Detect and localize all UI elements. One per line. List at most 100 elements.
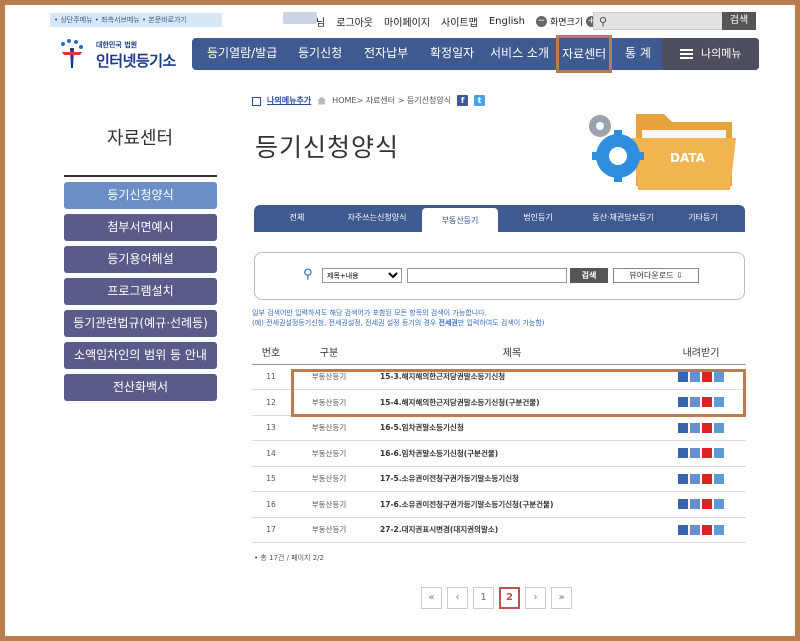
word-icon[interactable] [678,448,688,459]
prev-page-button[interactable]: ‹ [447,587,468,609]
row-downloads [656,517,746,543]
pdf-icon[interactable] [702,422,712,433]
txt-icon[interactable] [714,422,724,433]
viewer-download-button[interactable]: 뷰어다운로드 ⇩ [613,268,699,283]
sidebar-item-regulations[interactable]: 등기관련법규(예규·선례등) [64,310,217,337]
table-row: 14 부동산등기 16-6.임차권말소등기신청(구분건물) [252,440,746,467]
nav-item-e-payment[interactable]: 전자납부 [364,38,408,70]
my-menu-label: 나의메뉴 [701,47,742,60]
txt-icon[interactable] [714,499,724,510]
tab-movable-collateral[interactable]: 동산·채권담보등기 [582,205,664,232]
row-title-link[interactable]: 17-5.소유권이전청구권가등기말소등기신청 [368,466,656,492]
top-search-input[interactable]: ⚲ [593,12,723,30]
row-number: 15 [252,466,290,492]
nav-item-statistics[interactable]: 통 계 [625,38,651,70]
sidebar-item-small-tenant[interactable]: 소액임차인의 범위 등 안내 [64,342,217,369]
tab-frequent-forms[interactable]: 자주쓰는신청양식 [336,205,418,232]
nav-item-fixed-date[interactable]: 확정일자 [430,38,474,70]
row-number: 16 [252,491,290,518]
sidebar-item-attachment-examples[interactable]: 첨부서면예시 [64,214,217,241]
add-my-menu-link[interactable]: 나의메뉴추가 [267,95,311,106]
main-nav: 등기열람/발급 등기신청 전자납부 확정일자 서비스 소개 자료센터 통 계 나… [192,35,759,73]
row-title-link[interactable]: 16-6.임차권말소등기신청(구분건물) [368,440,656,467]
search-help-note: 일부 검색어만 입력하셔도 해당 검색어가 포함된 모든 항목의 검색이 가능합… [252,308,545,328]
column-header-category: 구분 [290,340,368,365]
illustration-label: DATA [670,151,706,165]
txt-icon[interactable] [714,448,724,459]
tab-corporate[interactable]: 법인등기 [504,205,572,232]
sidebar-item-white-paper[interactable]: 전산화백서 [64,374,217,401]
pdf-icon[interactable] [702,448,712,459]
row-title-link[interactable]: 16-5.임차권말소등기신청 [368,415,656,441]
sidebar-item-glossary[interactable]: 등기용어해설 [64,246,217,273]
search-help-line2-suffix: 만 입력하여도 검색이 가능함) [457,319,545,327]
word-icon[interactable] [678,422,688,433]
pdf-icon[interactable] [702,524,712,535]
tab-other[interactable]: 기타등기 [672,205,734,232]
zoom-control: − 화면크기 + [535,15,598,28]
hwp-icon[interactable] [690,473,700,484]
row-number: 11 [252,364,290,390]
table-row: 17 부동산등기 27-2.대지권표시변경(대지권의말소) [252,517,746,543]
hwp-icon[interactable] [690,524,700,535]
page-2-button[interactable]: 2 [499,587,520,609]
column-header-title: 제목 [368,340,656,365]
table-row: 13 부동산등기 16-5.임차권말소등기신청 [252,415,746,441]
logo-subtitle: 대한민국 법원 [96,41,138,49]
word-icon[interactable] [678,499,688,510]
search-input[interactable] [407,268,567,283]
nav-item-registry-view[interactable]: 등기열람/발급 [207,38,277,70]
search-field-select[interactable]: 제목+내용 [322,268,402,283]
zoom-out-icon[interactable]: − [535,15,547,27]
sidebar-item-forms[interactable]: 등기신청양식 [64,182,217,209]
top-search-button[interactable]: 검색 [722,12,756,30]
mypage-link[interactable]: 마이페이지 [384,14,430,29]
row-category: 부동산등기 [290,491,368,518]
nav-item-registry-apply[interactable]: 등기신청 [298,38,342,70]
txt-icon[interactable] [714,524,724,535]
my-menu-button[interactable]: 나의메뉴 [662,38,759,70]
twitter-icon[interactable]: t [474,95,486,106]
next-page-button[interactable]: › [525,587,546,609]
facebook-icon[interactable]: f [457,95,469,106]
last-page-button[interactable]: » [551,587,572,609]
table-header-row: 번호 구분 제목 내려받기 [252,340,746,365]
home-icon [317,96,327,105]
sidebar-item-program-install[interactable]: 프로그램설치 [64,278,217,305]
search-icon: ⚲ [303,267,313,282]
hamburger-icon [680,49,693,59]
pdf-icon[interactable] [702,473,712,484]
search-button[interactable]: 검색 [570,268,608,283]
txt-icon[interactable] [714,473,724,484]
row-downloads [656,491,746,518]
row-title-link[interactable]: 27-2.대지권표시변경(대지권의말소) [368,517,656,543]
english-link[interactable]: English [489,16,525,27]
breadcrumb-path: HOME> 자료센터 > 등기신청양식 [332,96,452,105]
sitemap-link[interactable]: 사이트맵 [441,14,478,29]
hwp-icon[interactable] [690,422,700,433]
tab-real-estate[interactable]: 부동산등기 [421,207,499,232]
first-page-button[interactable]: « [421,587,442,609]
username-masked [283,12,317,24]
sidebar-menu: 등기신청양식 첨부서면예시 등기용어해설 프로그램설치 등기관련법규(예규·선례… [64,182,217,406]
breadcrumb: 나의메뉴추가 HOME> 자료센터 > 등기신청양식 f t [252,95,486,106]
row-title-link[interactable]: 17-6.소유권이전청구권가등기말소등기신청(구분건물) [368,491,656,518]
word-icon[interactable] [678,473,688,484]
skip-links[interactable]: • 상단주메뉴 • 좌측서브메뉴 • 본문바로가기 [50,13,222,27]
annotation-highlight-rows [291,369,746,417]
nav-item-service-intro[interactable]: 서비스 소개 [490,38,549,70]
row-downloads [656,466,746,492]
logout-link[interactable]: 로그아웃 [336,14,373,29]
nav-item-data-center[interactable]: 자료센터 [556,35,613,73]
top-utility-bar: 님 로그아웃 마이페이지 사이트맵 English − 화면크기 + [316,12,598,30]
page-1-button[interactable]: 1 [473,587,494,609]
court-logo-icon [61,39,83,68]
tab-all[interactable]: 전체 [272,205,322,232]
site-logo[interactable]: 대한민국 법원 인터넷등기소 [58,36,188,76]
word-icon[interactable] [678,524,688,535]
hwp-icon[interactable] [690,499,700,510]
row-category: 부동산등기 [290,517,368,543]
pdf-icon[interactable] [702,499,712,510]
row-category: 부동산등기 [290,415,368,441]
hwp-icon[interactable] [690,448,700,459]
